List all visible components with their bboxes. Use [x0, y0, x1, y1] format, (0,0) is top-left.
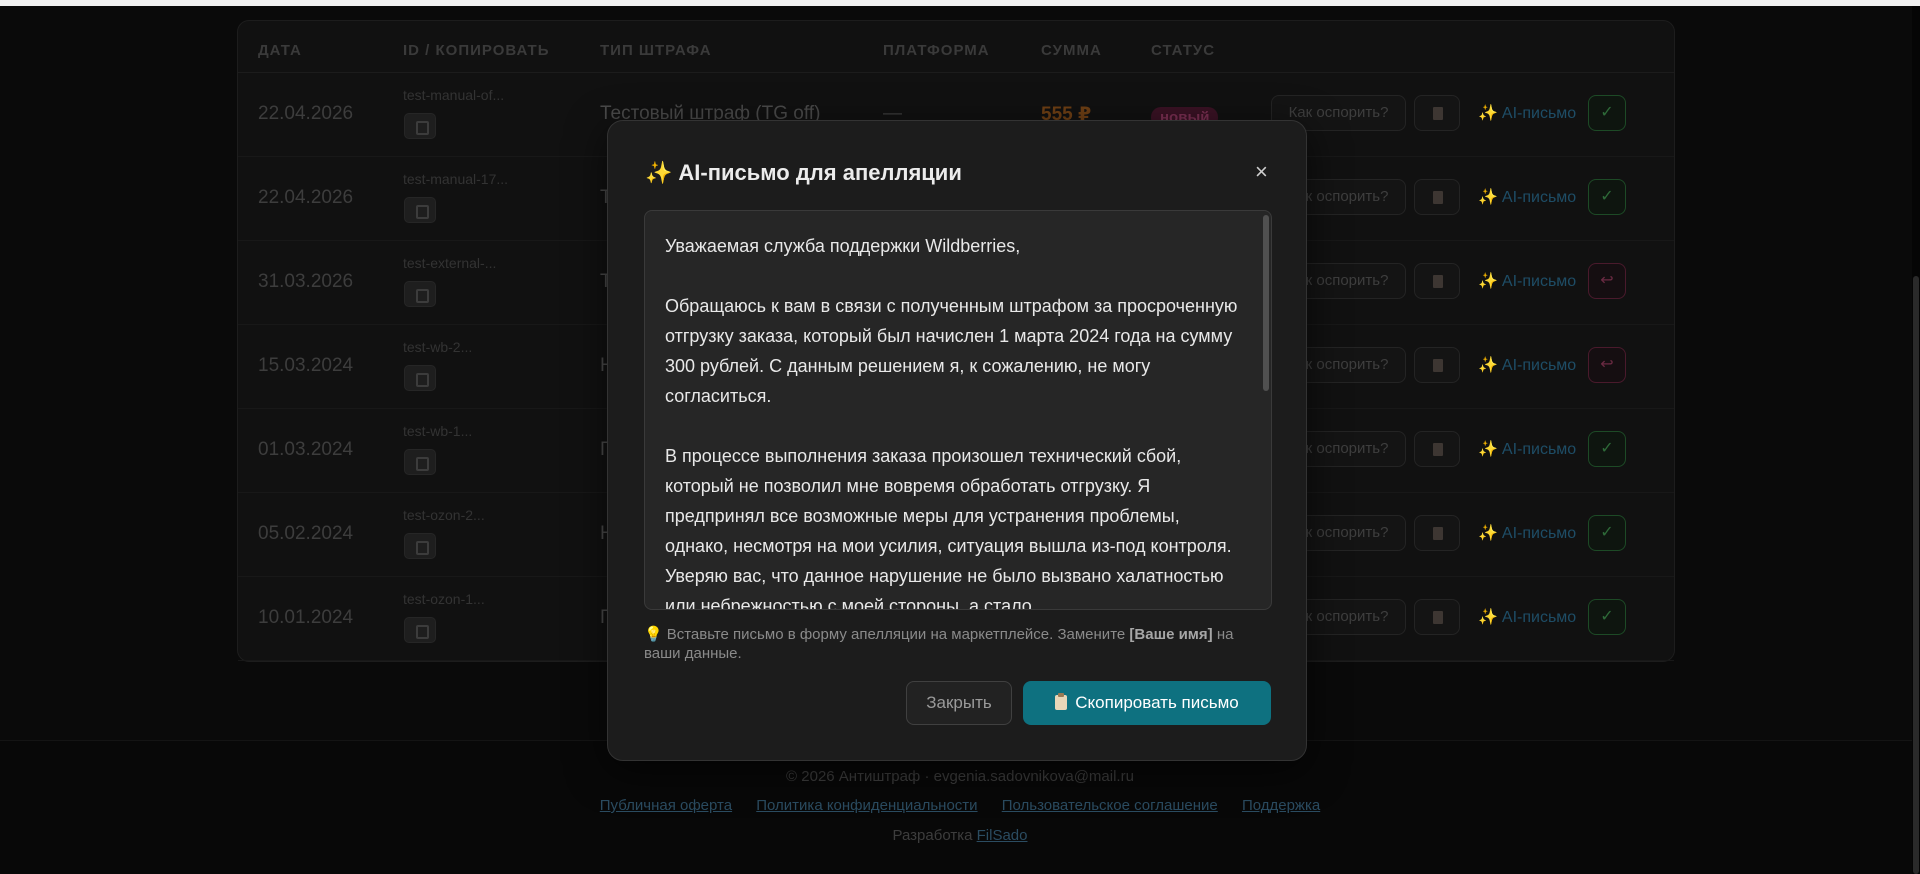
modal-title-text: AI-письмо для апелляции [678, 160, 962, 185]
close-icon[interactable]: × [1255, 159, 1268, 185]
modal-title: ✨ AI-письмо для апелляции [645, 160, 962, 186]
hint-text-before: Вставьте письмо в форму апелляции на мар… [666, 626, 1130, 643]
letter-textarea[interactable]: Уважаемая служба поддержки Wildberries, … [644, 210, 1272, 610]
letter-scrollbar[interactable] [1263, 215, 1269, 391]
sparkles-icon: ✨ [645, 160, 673, 185]
hint-placeholder-name: [Ваше имя] [1129, 626, 1213, 643]
copy-letter-label: Скопировать письмо [1075, 693, 1239, 712]
clipboard-icon [1055, 693, 1068, 710]
lightbulb-icon: 💡 [644, 626, 663, 643]
copy-letter-button[interactable]: Скопировать письмо [1023, 681, 1271, 725]
close-button[interactable]: Закрыть [906, 681, 1012, 725]
modal-hint: 💡 Вставьте письмо в форму апелляции на ма… [644, 625, 1274, 663]
ai-letter-modal: ✨ AI-письмо для апелляции × Уважаемая слу… [607, 120, 1307, 761]
letter-text[interactable]: Уважаемая служба поддержки Wildberries, … [665, 231, 1245, 609]
